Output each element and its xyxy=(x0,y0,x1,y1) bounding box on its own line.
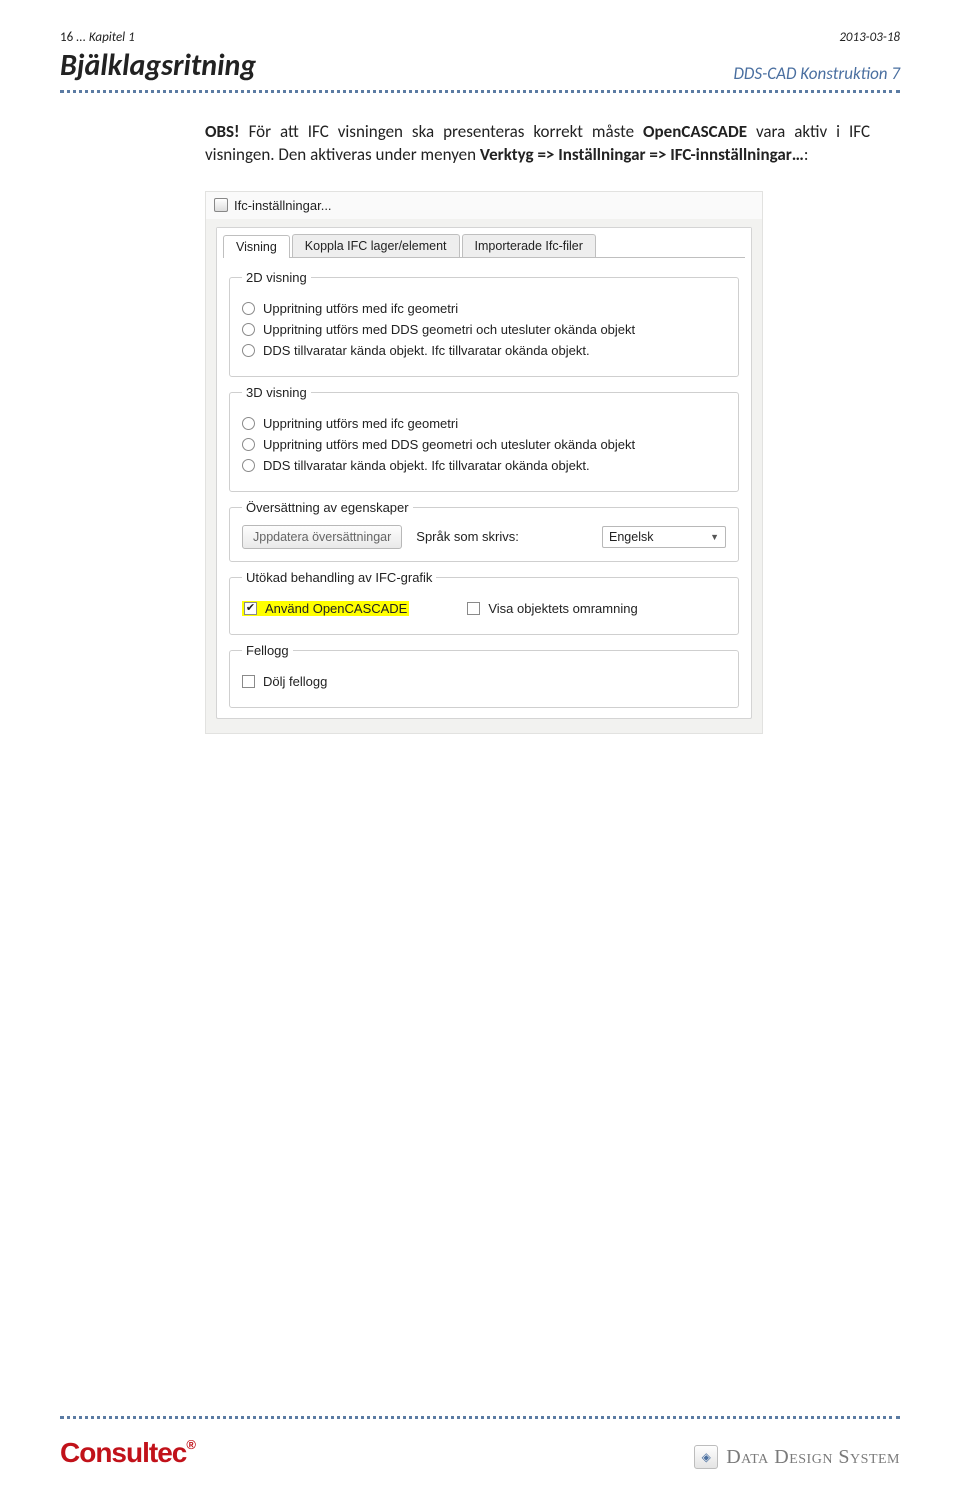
checkbox-hide-log[interactable] xyxy=(242,675,255,688)
radio-2d-dds[interactable] xyxy=(242,323,255,336)
group-2d-visning: 2D visning Uppritning utförs med ifc geo… xyxy=(229,270,739,377)
update-translations-button[interactable]: Jppdatera översättningar xyxy=(242,525,402,549)
cube-icon: ◈ xyxy=(694,1445,718,1469)
product-name: DDS-CAD Konstruktion 7 xyxy=(733,63,900,84)
checkbox-opencascade[interactable] xyxy=(244,602,257,615)
document-date: 2013-03-18 xyxy=(839,30,900,45)
language-label: Språk som skrivs: xyxy=(416,529,519,544)
window-icon xyxy=(214,198,228,212)
radio-3d-mix[interactable] xyxy=(242,459,255,472)
chevron-down-icon: ▼ xyxy=(710,532,719,542)
tab-importerade[interactable]: Importerade Ifc-filer xyxy=(462,234,596,257)
chapter-label: ... Kapitel 1 xyxy=(76,30,135,45)
legend-errorlog: Fellogg xyxy=(242,643,293,658)
tab-visning[interactable]: Visning xyxy=(223,235,290,258)
radio-3d-dds[interactable] xyxy=(242,438,255,451)
page-number: 16 xyxy=(60,30,73,45)
consultec-logo: Consultec® xyxy=(60,1437,195,1469)
window-title: Ifc-inställningar... xyxy=(234,198,332,213)
dds-logo: ◈ Data Design System xyxy=(694,1445,900,1469)
legend-2d: 2D visning xyxy=(242,270,311,285)
checkbox-outline[interactable] xyxy=(467,602,480,615)
group-errorlog: Fellogg Dölj fellogg xyxy=(229,643,739,708)
dialog-screenshot: Ifc-inställningar... Visning Koppla IFC … xyxy=(205,191,763,734)
radio-2d-mix[interactable] xyxy=(242,344,255,357)
page-title: Bjälklagsritning xyxy=(60,47,256,84)
body-paragraph: OBS! För att IFC visningen ska presenter… xyxy=(205,121,870,167)
obs-label: OBS! xyxy=(205,121,240,142)
legend-translation: Översättning av egenskaper xyxy=(242,500,413,515)
group-extended-ifc: Utökad behandling av IFC-grafik Använd O… xyxy=(229,570,739,635)
group-3d-visning: 3D visning Uppritning utförs med ifc geo… xyxy=(229,385,739,492)
language-select[interactable]: Engelsk ▼ xyxy=(602,526,726,548)
group-translation: Översättning av egenskaper Jppdatera öve… xyxy=(229,500,739,562)
radio-2d-ifc[interactable] xyxy=(242,302,255,315)
window-titlebar: Ifc-inställningar... xyxy=(206,192,762,219)
tab-koppla[interactable]: Koppla IFC lager/element xyxy=(292,234,460,257)
radio-3d-ifc[interactable] xyxy=(242,417,255,430)
legend-extended: Utökad behandling av IFC-grafik xyxy=(242,570,436,585)
legend-3d: 3D visning xyxy=(242,385,311,400)
